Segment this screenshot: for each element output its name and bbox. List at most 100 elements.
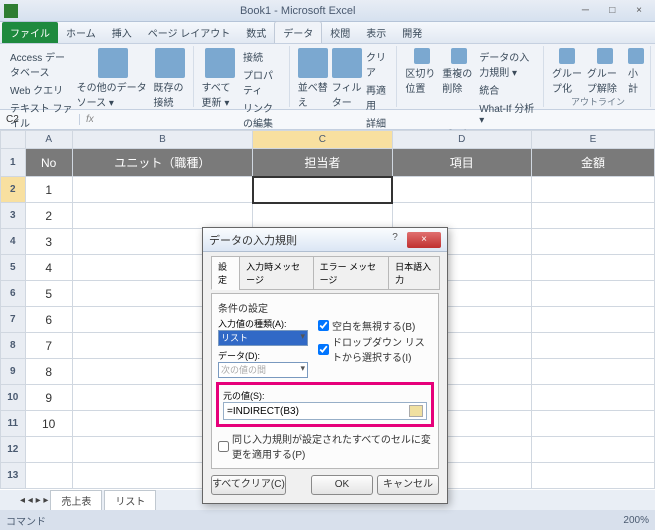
tab-home[interactable]: ホーム <box>58 22 104 43</box>
name-box[interactable]: C2 <box>0 114 80 125</box>
cell[interactable] <box>531 333 654 359</box>
select-all[interactable] <box>1 131 26 149</box>
zoom-level[interactable]: 200% <box>623 515 649 526</box>
row-8[interactable]: 8 <box>1 333 26 359</box>
range-picker-icon[interactable] <box>409 405 423 417</box>
ok-button[interactable]: OK <box>311 475 373 495</box>
btn-prop[interactable]: プロパティ <box>243 66 283 98</box>
btn-link[interactable]: リンクの編集 <box>243 99 283 131</box>
cell[interactable] <box>72 203 252 229</box>
tab-layout[interactable]: ページ レイアウト <box>140 22 239 43</box>
dtab-error[interactable]: エラー メッセージ <box>313 256 390 290</box>
cell[interactable] <box>392 177 531 203</box>
btn-clear[interactable]: クリア <box>366 48 390 80</box>
clear-all-button[interactable]: すべてクリア(C) <box>211 475 286 495</box>
hdr-person[interactable]: 担当者 <box>253 149 392 177</box>
btn-web[interactable]: Web クエリ <box>10 81 73 98</box>
cell[interactable]: 4 <box>25 255 72 281</box>
hdr-no[interactable]: No <box>25 149 72 177</box>
btn-group[interactable]: グループ化 <box>552 48 583 95</box>
cell-C2[interactable] <box>253 177 392 203</box>
tab-review[interactable]: 校閲 <box>322 22 358 43</box>
btn-subtotal[interactable]: 小計 <box>628 48 644 95</box>
cell[interactable] <box>531 255 654 281</box>
sheet-nav[interactable]: ◂ ◂ ▸ ▸ <box>20 495 48 506</box>
cell[interactable] <box>531 177 654 203</box>
btn-ungroup[interactable]: グループ解除 <box>587 48 624 95</box>
cell[interactable]: 5 <box>25 281 72 307</box>
chk-dropdown[interactable] <box>318 344 329 355</box>
dtab-ime[interactable]: 日本語入力 <box>388 256 440 290</box>
cell[interactable] <box>531 359 654 385</box>
tab-data[interactable]: データ <box>274 21 322 43</box>
cell[interactable]: 2 <box>25 203 72 229</box>
cell[interactable] <box>531 385 654 411</box>
col-D[interactable]: D <box>392 131 531 149</box>
chk-apply-all[interactable] <box>218 441 229 452</box>
cell[interactable]: 6 <box>25 307 72 333</box>
allow-dropdown[interactable]: リスト <box>218 330 308 346</box>
btn-conn[interactable]: 接続 <box>243 48 283 65</box>
fx-icon[interactable]: fx <box>80 114 100 125</box>
sheet-tab-1[interactable]: 売上表 <box>50 490 102 510</box>
chk-ignore-blank[interactable] <box>318 320 329 331</box>
cancel-button[interactable]: キャンセル <box>377 475 439 495</box>
cell[interactable] <box>25 463 72 489</box>
btn-reapply[interactable]: 再適用 <box>366 81 390 113</box>
tab-file[interactable]: ファイル <box>2 22 58 43</box>
cell[interactable]: 3 <box>25 229 72 255</box>
row-6[interactable]: 6 <box>1 281 26 307</box>
btn-consol[interactable]: 統合 <box>479 81 537 98</box>
cell[interactable] <box>531 229 654 255</box>
data-dropdown[interactable]: 次の値の間 <box>218 362 308 378</box>
hdr-item[interactable]: 項目 <box>392 149 531 177</box>
col-A[interactable]: A <box>25 131 72 149</box>
btn-refresh[interactable]: すべて更新 ▾ <box>202 48 239 109</box>
col-B[interactable]: B <box>72 131 252 149</box>
cell[interactable]: 10 <box>25 411 72 437</box>
tab-view[interactable]: 表示 <box>358 22 394 43</box>
tab-insert[interactable]: 挿入 <box>104 22 140 43</box>
row-13[interactable]: 13 <box>1 463 26 489</box>
btn-other-source[interactable]: その他のデータ ソース ▾ <box>77 48 150 109</box>
minimize-button[interactable]: ─ <box>573 5 597 16</box>
dialog-help-button[interactable]: ? <box>385 232 405 248</box>
sheet-tab-2[interactable]: リスト <box>104 490 156 510</box>
cell[interactable]: 7 <box>25 333 72 359</box>
row-7[interactable]: 7 <box>1 307 26 333</box>
dtab-settings[interactable]: 設定 <box>211 256 240 290</box>
btn-whatif[interactable]: What-If 分析 ▾ <box>479 99 537 127</box>
cell[interactable] <box>25 437 72 463</box>
dialog-close-button[interactable]: × <box>407 232 441 248</box>
row-10[interactable]: 10 <box>1 385 26 411</box>
row-11[interactable]: 11 <box>1 411 26 437</box>
row-4[interactable]: 4 <box>1 229 26 255</box>
row-3[interactable]: 3 <box>1 203 26 229</box>
row-1[interactable]: 1 <box>1 149 26 177</box>
close-button[interactable]: × <box>627 5 651 16</box>
btn-dedupe[interactable]: 重複の削除 <box>442 48 475 95</box>
dialog-titlebar[interactable]: データの入力規則 ? × <box>203 228 447 252</box>
btn-sort[interactable]: 並べ替え <box>298 48 328 109</box>
row-12[interactable]: 12 <box>1 437 26 463</box>
cell[interactable]: 1 <box>25 177 72 203</box>
tab-dev[interactable]: 開発 <box>394 22 430 43</box>
btn-access[interactable]: Access データベース <box>10 48 73 80</box>
btn-filter[interactable]: フィルター <box>332 48 362 109</box>
cell[interactable]: 8 <box>25 359 72 385</box>
maximize-button[interactable]: □ <box>600 5 624 16</box>
row-2[interactable]: 2 <box>1 177 26 203</box>
cell[interactable] <box>531 437 654 463</box>
source-input[interactable]: =INDIRECT(B3) <box>223 402 427 420</box>
hdr-unit[interactable]: ユニット（職種） <box>72 149 252 177</box>
cell[interactable] <box>392 203 531 229</box>
cell[interactable] <box>531 203 654 229</box>
btn-existing[interactable]: 既存の接続 <box>153 48 186 109</box>
row-5[interactable]: 5 <box>1 255 26 281</box>
cell[interactable] <box>531 281 654 307</box>
cell[interactable] <box>531 411 654 437</box>
cell[interactable]: 9 <box>25 385 72 411</box>
cell[interactable] <box>253 203 392 229</box>
dtab-input[interactable]: 入力時メッセージ <box>239 256 313 290</box>
cell[interactable] <box>531 463 654 489</box>
